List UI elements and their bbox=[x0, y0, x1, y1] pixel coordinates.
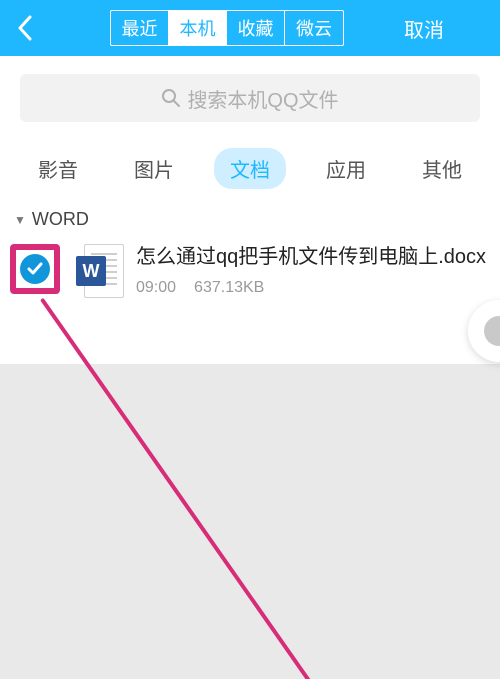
section-header[interactable]: ▼ WORD bbox=[0, 203, 500, 240]
search-icon bbox=[161, 88, 181, 108]
cat-apps[interactable]: 应用 bbox=[310, 148, 382, 189]
file-time: 09:00 bbox=[136, 279, 176, 297]
search-input[interactable]: 搜索本机QQ文件 bbox=[20, 74, 480, 122]
file-size: 637.13KB bbox=[194, 279, 264, 297]
tab-recent[interactable]: 最近 bbox=[111, 11, 169, 45]
section-title: WORD bbox=[32, 209, 89, 230]
search-placeholder: 搜索本机QQ文件 bbox=[187, 84, 338, 113]
word-badge: W bbox=[76, 256, 106, 286]
selection-checkbox[interactable] bbox=[10, 244, 60, 294]
back-button[interactable] bbox=[10, 13, 40, 43]
cat-documents[interactable]: 文档 bbox=[214, 148, 286, 189]
cancel-button[interactable]: 取消 bbox=[404, 14, 444, 43]
tab-weiyun[interactable]: 微云 bbox=[285, 11, 343, 45]
cat-media[interactable]: 影音 bbox=[22, 148, 94, 189]
content-area: 搜索本机QQ文件 影音 图片 文档 应用 其他 ▼ WORD W bbox=[0, 56, 500, 364]
category-tabs: 影音 图片 文档 应用 其他 bbox=[0, 140, 500, 203]
word-file-icon: W bbox=[76, 244, 124, 298]
file-row[interactable]: W 怎么通过qq把手机文件传到电脑上.docx 09:00 637.13KB bbox=[0, 240, 500, 318]
segmented-tabs: 最近 本机 收藏 微云 bbox=[110, 10, 344, 46]
cat-other[interactable]: 其他 bbox=[406, 148, 478, 189]
tab-favorites[interactable]: 收藏 bbox=[227, 11, 285, 45]
file-name: 怎么通过qq把手机文件传到电脑上.docx bbox=[136, 244, 490, 271]
collapse-triangle-icon: ▼ bbox=[14, 213, 26, 227]
chevron-left-icon bbox=[17, 15, 33, 41]
record-icon bbox=[484, 316, 500, 346]
tab-local[interactable]: 本机 bbox=[169, 11, 227, 45]
cat-images[interactable]: 图片 bbox=[118, 148, 190, 189]
top-bar: 最近 本机 收藏 微云 取消 bbox=[0, 0, 500, 56]
check-circle-icon bbox=[20, 254, 50, 284]
